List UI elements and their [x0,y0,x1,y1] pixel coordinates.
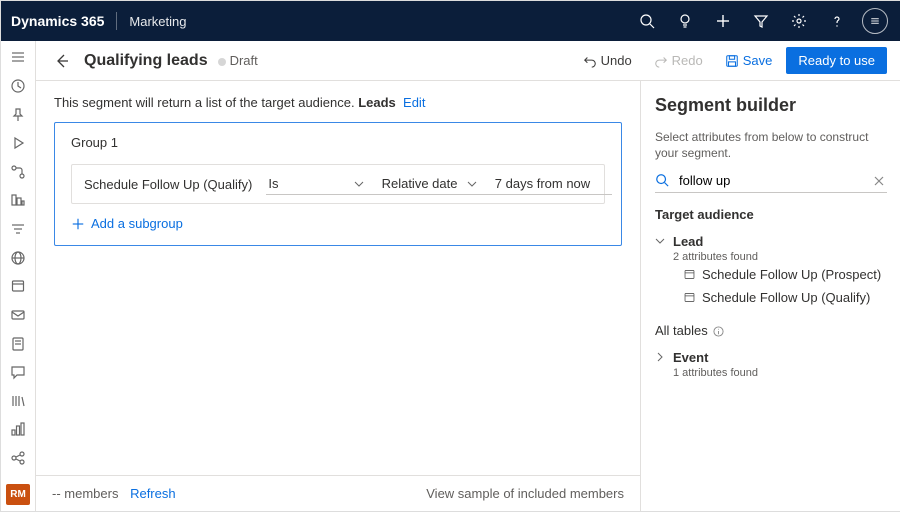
search-icon [655,173,671,189]
calendar-icon [683,291,696,304]
recent-icon[interactable] [4,76,32,97]
panel-description: Select attributes from below to construc… [655,130,887,161]
page-header: Qualifying leads Draft Undo Redo Save [36,41,900,81]
tree-label: Schedule Follow Up (Qualify) [702,290,870,305]
members-footer: -- members Refresh View sample of includ… [36,475,640,511]
add-subgroup-button[interactable]: Add a subgroup [71,216,605,231]
tree-item-event[interactable]: Event [655,346,887,369]
calendar-icon [683,268,696,281]
help-icon[interactable] [821,5,853,37]
calendar-icon[interactable] [4,276,32,297]
tree-label: Schedule Follow Up (Prospect) [702,267,881,282]
undo-button[interactable]: Undo [575,49,640,72]
redo-button: Redo [646,49,711,72]
back-button[interactable] [50,49,74,73]
connections-icon[interactable] [4,448,32,469]
user-badge[interactable]: RM [6,484,30,505]
divider [116,12,117,30]
info-icon[interactable] [713,326,724,337]
segment-builder-panel: Segment builder Select attributes from b… [640,81,900,511]
clear-search-icon[interactable] [871,173,887,189]
panel-title: Segment builder [655,95,887,116]
view-sample-link[interactable]: View sample of included members [426,486,624,501]
criteria-row: Schedule Follow Up (Qualify) [71,164,605,204]
group-box: Group 1 Schedule Follow Up (Qualify) [54,122,622,246]
attribute-search[interactable] [655,169,887,193]
group-title: Group 1 [71,135,605,150]
all-tables-heading: All tables [655,323,887,338]
library-icon[interactable] [4,391,32,412]
redo-label: Redo [672,53,703,68]
tree-item-lead[interactable]: Lead [655,230,887,253]
hamburger-icon[interactable] [4,47,32,68]
status-indicator: Draft [218,53,258,68]
ready-to-use-button[interactable]: Ready to use [786,47,887,74]
globe-icon[interactable] [4,247,32,268]
intro-prefix: This segment will return a list of the t… [54,95,358,110]
pin-icon[interactable] [4,104,32,125]
mail-icon[interactable] [4,305,32,326]
segment-icon[interactable] [4,219,32,240]
add-subgroup-label: Add a subgroup [91,216,183,231]
all-tables-label: All tables [655,323,708,338]
save-label: Save [743,53,773,68]
value-input[interactable] [493,173,612,195]
lightbulb-icon[interactable] [669,5,701,37]
settings-icon[interactable] [783,5,815,37]
chevron-down-icon [655,236,667,248]
attribute-label: Schedule Follow Up (Qualify) [84,177,252,192]
tree-label: Event [673,350,708,365]
undo-label: Undo [601,53,632,68]
chevron-right-icon [655,352,667,364]
tree-label: Lead [673,234,703,249]
intro-text: This segment will return a list of the t… [54,95,622,110]
chat-icon[interactable] [4,362,32,383]
global-nav: Dynamics 365 Marketing [1,1,900,41]
data-icon[interactable] [4,190,32,211]
save-button[interactable]: Save [717,49,781,72]
intro-audience: Leads [358,95,396,110]
attribute-search-input[interactable] [675,169,871,192]
form-icon[interactable] [4,333,32,354]
edit-audience-link[interactable]: Edit [403,95,425,110]
status-text: Draft [230,53,258,68]
refresh-link[interactable]: Refresh [130,486,176,501]
operator-select[interactable] [266,173,385,195]
journey-icon[interactable] [4,162,32,183]
reports-icon[interactable] [4,419,32,440]
page-title: Qualifying leads [84,52,208,70]
play-icon[interactable] [4,133,32,154]
target-audience-heading: Target audience [655,207,887,222]
app-area[interactable]: Marketing [129,14,186,29]
left-nav-rail: RM [1,41,36,511]
add-icon[interactable] [707,5,739,37]
tree-item-attribute-prospect[interactable]: Schedule Follow Up (Prospect) [683,263,887,286]
mode-select[interactable] [380,173,499,195]
filter-icon[interactable] [745,5,777,37]
search-icon[interactable] [631,5,663,37]
product-brand: Dynamics 365 [11,13,104,29]
tree-count: 1 attributes found [673,367,887,379]
account-avatar[interactable] [859,5,891,37]
tree-item-attribute-qualify[interactable]: Schedule Follow Up (Qualify) [683,286,887,309]
members-count: -- members [52,486,118,501]
tree-count: 2 attributes found [673,251,887,263]
